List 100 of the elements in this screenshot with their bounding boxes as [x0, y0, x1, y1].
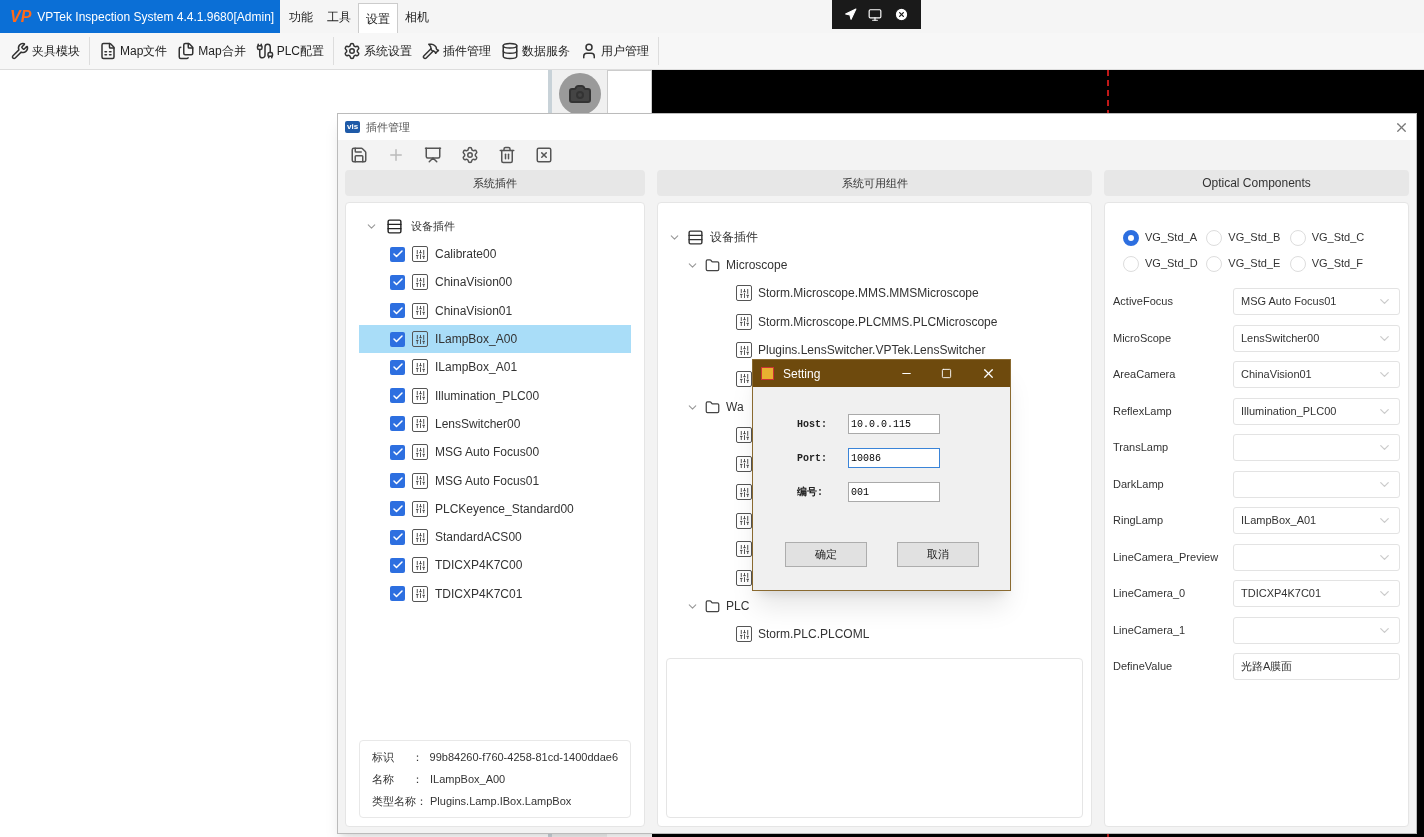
- radio-option[interactable]: VG_Std_E: [1206, 253, 1290, 274]
- checkbox[interactable]: [390, 331, 405, 347]
- tree-item[interactable]: LensSwitcher00: [359, 409, 631, 439]
- save-icon[interactable]: [350, 146, 368, 164]
- checkbox[interactable]: [390, 388, 405, 404]
- tree-item[interactable]: MSG Auto Focus00: [359, 438, 631, 467]
- detail-label: 名称: [372, 771, 395, 787]
- files-icon: [177, 42, 196, 60]
- item-label: LensSwitcher00: [435, 415, 521, 433]
- detail-value: Plugins.Lamp.IBox.LampBox: [430, 793, 572, 809]
- dropdown[interactable]: TDICXP4K7C01: [1233, 580, 1400, 607]
- tree-item[interactable]: Storm.PLC.PLCOML: [758, 625, 870, 644]
- sliders-icon: [412, 585, 428, 602]
- input-field[interactable]: 001: [848, 482, 940, 502]
- detail-value: 99b84260-f760-4258-81cd-1400ddae6: [429, 749, 618, 765]
- dropdown[interactable]: MSG Auto Focus01: [1233, 288, 1400, 315]
- tree-item[interactable]: Storm.Microscope.MMS.MMSMicroscope: [758, 284, 979, 303]
- field-label: TransLamp: [1113, 440, 1170, 456]
- menu-tab[interactable]: 功能: [282, 0, 320, 33]
- tree-item[interactable]: MSG Auto Focus01: [359, 466, 631, 495]
- menu-tab[interactable]: 设置: [358, 3, 398, 33]
- toolbar-button[interactable]: Map合并: [172, 36, 251, 66]
- input-field[interactable]: 10.0.0.115: [848, 414, 940, 434]
- toolbar-button[interactable]: 用户管理: [575, 36, 655, 66]
- tree-node[interactable]: 设备插件: [710, 228, 758, 246]
- field-label: LineCamera_0: [1113, 586, 1187, 602]
- checkbox[interactable]: [390, 501, 405, 517]
- tree-node[interactable]: Wa: [726, 398, 744, 416]
- field-label: ReflexLamp: [1113, 403, 1173, 419]
- screen-icon[interactable]: [424, 146, 442, 164]
- checkbox[interactable]: [390, 274, 405, 290]
- camera-icon[interactable]: [558, 73, 601, 115]
- dropdown[interactable]: LensSwitcher00: [1233, 324, 1400, 352]
- cursor-icon[interactable]: [843, 8, 857, 21]
- radio-option[interactable]: VG_Std_D: [1123, 253, 1207, 274]
- menu-tab[interactable]: 工具: [320, 0, 358, 33]
- list-icon: [687, 228, 704, 246]
- item-label: Illumination_PLC00: [435, 387, 540, 405]
- tree-item[interactable]: Plugins.LensSwitcher.VPTek.LensSwitcher: [758, 341, 986, 360]
- tree-node[interactable]: PLC: [726, 597, 750, 615]
- tree-item[interactable]: ILampBox_A01: [359, 353, 631, 382]
- radio[interactable]: [1123, 229, 1139, 246]
- field-label: LineCamera_1: [1113, 622, 1187, 638]
- sliders-icon: [412, 302, 428, 319]
- toolbar-button[interactable]: 系统设置: [338, 36, 418, 66]
- dropdown[interactable]: Illumination_PLC00: [1233, 397, 1400, 425]
- input-field[interactable]: 10086: [848, 448, 940, 468]
- tree-item[interactable]: StandardACS00: [359, 522, 631, 552]
- dropdown[interactable]: ILampBox_A01: [1233, 507, 1400, 534]
- folder-icon: [705, 399, 720, 415]
- dropdown[interactable]: ChinaVision01: [1233, 361, 1400, 388]
- toolbar-button[interactable]: 数据服务: [496, 36, 576, 66]
- checkbox[interactable]: [390, 557, 405, 573]
- toolbar-button[interactable]: PLC配置: [250, 36, 330, 66]
- detail-label: 标识: [372, 749, 395, 765]
- text-field[interactable]: 光路A膜面: [1233, 653, 1400, 680]
- checkbox[interactable]: [390, 416, 405, 432]
- tree-item[interactable]: Calibrate00: [359, 240, 631, 269]
- item-label: MSG Auto Focus00: [435, 444, 540, 462]
- checkbox[interactable]: [390, 246, 405, 262]
- dialog-button[interactable]: 取消: [897, 542, 979, 567]
- monitor-icon[interactable]: [868, 7, 883, 22]
- radio-option[interactable]: VG_Std_C: [1289, 227, 1373, 248]
- checkbox[interactable]: [390, 303, 405, 319]
- sliders-icon: [736, 626, 752, 643]
- tree-item[interactable]: ChinaVision00: [359, 268, 631, 297]
- checkbox[interactable]: [390, 529, 405, 545]
- detail-value: ILampBox_A00: [430, 771, 506, 787]
- tree-item[interactable]: ILampBox_A00: [359, 324, 631, 354]
- tree-node[interactable]: 设备插件: [411, 217, 455, 235]
- tree-node[interactable]: Microscope: [726, 256, 788, 274]
- tree-item[interactable]: ChinaVision01: [359, 296, 631, 325]
- settings-icon[interactable]: [461, 146, 479, 164]
- checkbox[interactable]: [390, 444, 405, 460]
- checkbox[interactable]: [390, 586, 405, 602]
- radio-option[interactable]: VG_Std_A: [1123, 227, 1207, 248]
- database-icon: [501, 42, 520, 60]
- window-title: 插件管理: [366, 119, 412, 135]
- detail-label: 类型名称：: [372, 793, 428, 809]
- checkbox[interactable]: [390, 473, 405, 488]
- radio-option[interactable]: VG_Std_F: [1289, 253, 1373, 274]
- tree-item[interactable]: PLCKeyence_Standard00: [359, 494, 631, 523]
- close-icon[interactable]: [894, 7, 910, 22]
- dialog-button[interactable]: 确定: [785, 542, 867, 567]
- tree-item[interactable]: Illumination_PLC00: [359, 381, 631, 410]
- tree-item[interactable]: Storm.Microscope.PLCMMS.PLCMicroscope: [758, 312, 998, 331]
- tree-item[interactable]: TDICXP4K7C01: [359, 579, 631, 608]
- sliders-icon: [736, 285, 752, 302]
- toolbar-button[interactable]: 插件管理: [417, 36, 497, 66]
- toolbar-button[interactable]: 夹具模块: [6, 36, 85, 66]
- radio-option[interactable]: VG_Std_B: [1206, 227, 1290, 248]
- gear-icon: [343, 42, 362, 60]
- field-label: ActiveFocus: [1113, 294, 1174, 310]
- toolbar-button[interactable]: Map文件: [94, 36, 173, 66]
- tree-item[interactable]: TDICXP4K7C00: [359, 551, 631, 580]
- checkbox[interactable]: [390, 359, 405, 375]
- column-header: 系统插件: [345, 170, 645, 196]
- menu-tab[interactable]: 相机: [398, 0, 436, 33]
- trash-icon[interactable]: [498, 146, 516, 164]
- square-x-icon[interactable]: [535, 146, 553, 164]
